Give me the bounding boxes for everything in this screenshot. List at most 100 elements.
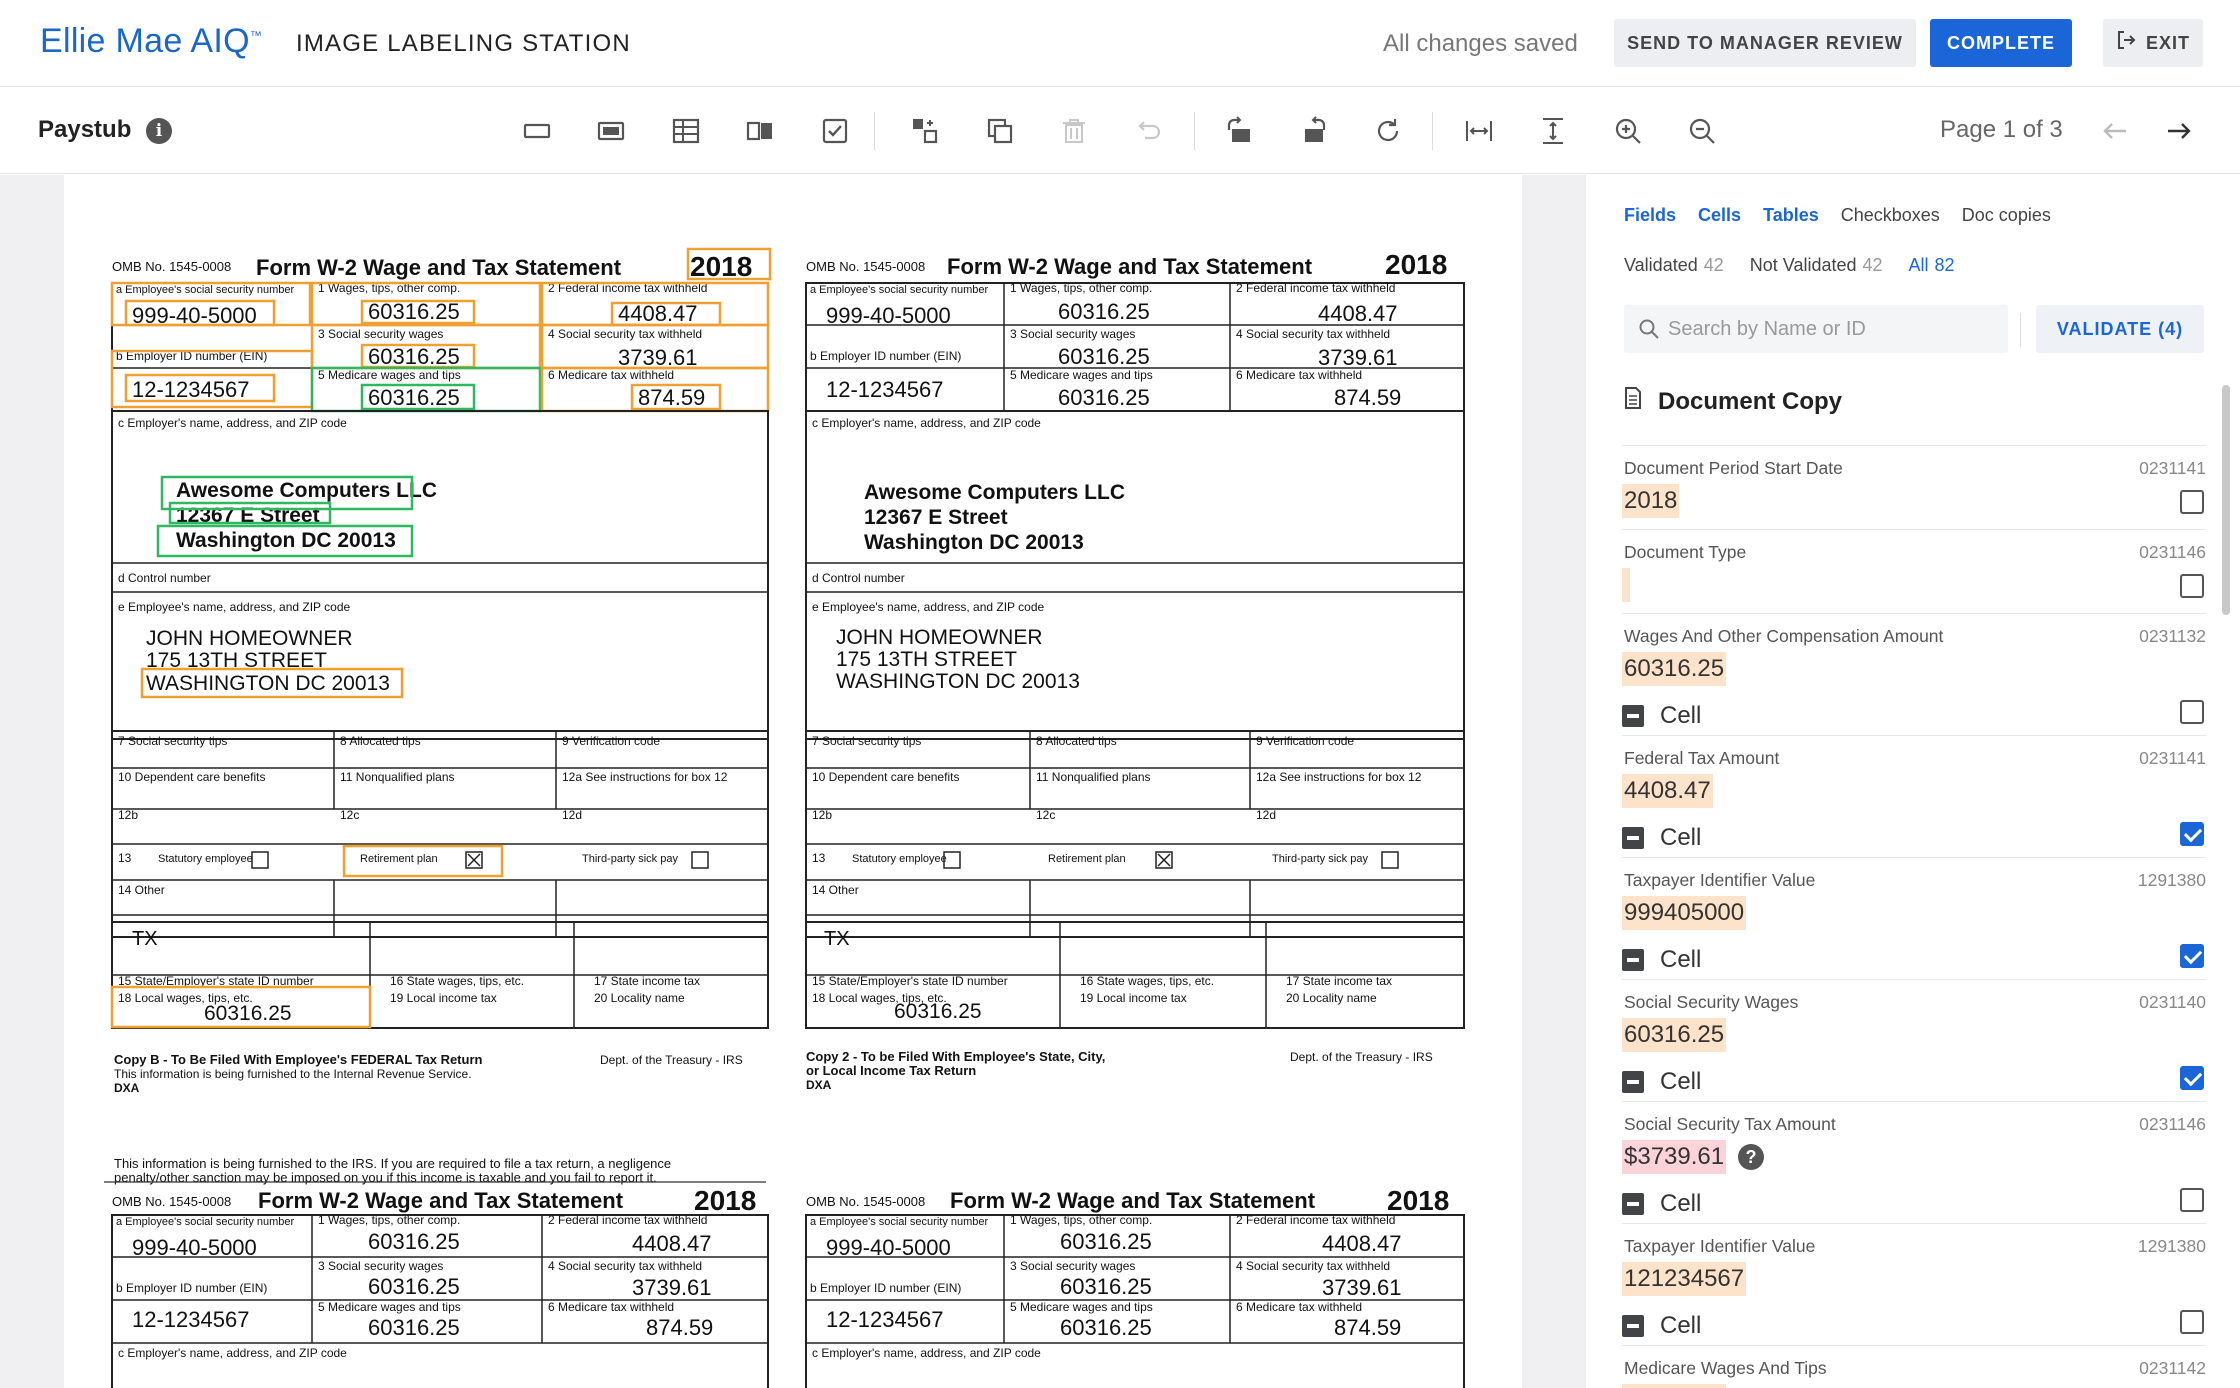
- form-title: Form W-2 Wage and Tax Statement: [256, 255, 622, 280]
- tab-tables[interactable]: Tables: [1763, 205, 1819, 226]
- fit-height-icon[interactable]: [1536, 114, 1570, 148]
- rotate-left-icon[interactable]: [1222, 114, 1256, 148]
- svg-text:OMB No. 1545-0008: OMB No. 1545-0008: [806, 1194, 925, 1209]
- field-value[interactable]: 60316.25: [1622, 652, 1727, 686]
- field-name: Medicare Wages And Tips: [1624, 1358, 1827, 1378]
- search-icon: [1638, 318, 1660, 345]
- field-row[interactable]: Wages And Other Compensation Amount 02311…: [1622, 613, 2206, 731]
- cell-icon: [1622, 705, 1644, 727]
- next-page-icon[interactable]: [2162, 114, 2196, 148]
- tab-cells[interactable]: Cells: [1698, 205, 1741, 226]
- w2-copy-b: OMB No. 1545-0008 Form W-2 Wage and Tax …: [110, 247, 772, 1095]
- field-value[interactable]: 2018: [1622, 484, 1680, 518]
- svg-text:3739.61: 3739.61: [632, 1275, 712, 1300]
- rotate-right-icon[interactable]: [1297, 114, 1331, 148]
- move-icon[interactable]: [908, 114, 942, 148]
- svg-text:Washington DC 20013: Washington DC 20013: [864, 531, 1084, 554]
- cell-icon: [1622, 1315, 1644, 1337]
- validate-checkbox[interactable]: [2180, 822, 2204, 846]
- copy-icon[interactable]: [983, 114, 1017, 148]
- field-row[interactable]: Medicare Wages And Tips 0231142 60316.25: [1622, 1345, 2206, 1388]
- complete-button[interactable]: COMPLETE: [1930, 19, 2072, 67]
- tab-fields[interactable]: Fields: [1624, 205, 1676, 226]
- refresh-icon[interactable]: [1371, 114, 1405, 148]
- svg-text:60316.25: 60316.25: [1058, 344, 1150, 369]
- field-value[interactable]: 999405000: [1622, 896, 1747, 930]
- toolbar-divider: [1194, 112, 1195, 150]
- cell-label: Cell: [1660, 1190, 1702, 1217]
- field-name: Federal Tax Amount: [1624, 748, 1780, 768]
- zoom-in-icon[interactable]: [1611, 114, 1645, 148]
- validate-checkbox[interactable]: [2180, 1066, 2204, 1090]
- validate-checkbox[interactable]: [2180, 944, 2204, 968]
- cell-icon: [1622, 827, 1644, 849]
- fit-width-icon[interactable]: [1462, 114, 1496, 148]
- field-value[interactable]: $3739.61: [1622, 1140, 1727, 1174]
- filter-all[interactable]: All 82: [1909, 255, 1955, 276]
- delete-icon: [1057, 114, 1091, 148]
- zoom-out-icon[interactable]: [1685, 114, 1719, 148]
- help-icon[interactable]: ?: [1738, 1144, 1764, 1170]
- filter-not-validated[interactable]: Not Validated 42: [1750, 255, 1883, 276]
- cell-label: Cell: [1660, 702, 1702, 729]
- svg-text:e Employee's name, address, an: e Employee's name, address, and ZIP code: [812, 600, 1045, 614]
- cell-link[interactable]: Cell: [1622, 946, 1701, 974]
- statutory-label: Statutory employee: [158, 853, 253, 865]
- cell-link[interactable]: Cell: [1622, 702, 1701, 730]
- field-tool-icon[interactable]: [520, 114, 554, 148]
- box5-value: 60316.25: [368, 385, 460, 410]
- svg-text:7 Social security tips: 7 Social security tips: [812, 734, 921, 748]
- field-value[interactable]: 121234567: [1622, 1262, 1747, 1296]
- validate-button[interactable]: VALIDATE (4): [2036, 305, 2204, 353]
- validate-checkbox[interactable]: [2180, 574, 2204, 598]
- search-input[interactable]: [1668, 305, 1998, 353]
- tab-doc-copies[interactable]: Doc copies: [1962, 205, 2051, 226]
- doc-copy-tool-icon[interactable]: [743, 114, 777, 148]
- field-row[interactable]: Document Type 0231146: [1622, 529, 2206, 609]
- tab-checkboxes[interactable]: Checkboxes: [1841, 205, 1940, 226]
- svg-text:12367 E Street: 12367 E Street: [864, 506, 1008, 529]
- field-value[interactable]: 60316.25: [1622, 1384, 1727, 1388]
- filter-validated[interactable]: Validated 42: [1624, 255, 1724, 276]
- svg-text:60316.25: 60316.25: [1060, 1274, 1152, 1299]
- field-value[interactable]: 4408.47: [1622, 774, 1713, 808]
- validate-checkbox[interactable]: [2180, 1188, 2204, 1212]
- svg-text:c Employer's name, address, an: c Employer's name, address, and ZIP code: [812, 416, 1041, 430]
- svg-text:2018: 2018: [694, 1185, 756, 1216]
- box12d-label: 12d: [562, 808, 582, 822]
- send-to-manager-review-button[interactable]: SEND TO MANAGER REVIEW: [1614, 19, 1916, 67]
- cell-link[interactable]: Cell: [1622, 1312, 1701, 1340]
- box16-label: 16 State wages, tips, etc.: [390, 974, 524, 988]
- svg-text:17 State income tax: 17 State income tax: [1286, 974, 1392, 988]
- table-tool-icon[interactable]: [669, 114, 703, 148]
- box12a-label: 12a See instructions for box 12: [562, 770, 728, 784]
- employer-city: Washington DC 20013: [176, 529, 396, 552]
- field-value[interactable]: [1622, 568, 1630, 602]
- field-row[interactable]: Taxpayer Identifier Value 1291380 12123456…: [1622, 1223, 2206, 1341]
- cell-link[interactable]: Cell: [1622, 824, 1701, 852]
- document-viewer[interactable]: OMB No. 1545-0008 Form W-2 Wage and Tax …: [0, 175, 1586, 1388]
- field-row[interactable]: Document Period Start Date 0231141 2018: [1622, 445, 2206, 525]
- checkbox-tool-icon[interactable]: [818, 114, 852, 148]
- svg-text:d Control number: d Control number: [812, 571, 905, 585]
- cell-tool-icon[interactable]: [594, 114, 628, 148]
- cell-link[interactable]: Cell: [1622, 1190, 1701, 1218]
- cell-link[interactable]: Cell: [1622, 1068, 1701, 1096]
- field-value[interactable]: 60316.25: [1622, 1018, 1727, 1052]
- svg-text:12c: 12c: [1036, 808, 1055, 822]
- copy-2-caption: Copy 2 - To be Filed With Employee's Sta…: [806, 1049, 1105, 1064]
- field-row[interactable]: Taxpayer Identifier Value 1291380 99940500…: [1622, 857, 2206, 975]
- field-row[interactable]: Federal Tax Amount 0231141 4408.47 Cell: [1622, 735, 2206, 853]
- section-header: Document Copy: [1624, 387, 1842, 416]
- validate-checkbox[interactable]: [2180, 1310, 2204, 1334]
- field-row[interactable]: Social Security Wages 0231140 60316.25 Cell: [1622, 979, 2206, 1097]
- validate-checkbox[interactable]: [2180, 700, 2204, 724]
- panel-scrollbar[interactable]: [2222, 385, 2230, 615]
- exit-button[interactable]: EXIT: [2103, 19, 2203, 67]
- info-icon[interactable]: i: [146, 118, 172, 144]
- field-row[interactable]: Social Security Tax Amount 0231146 $3739.6…: [1622, 1101, 2206, 1219]
- validate-checkbox[interactable]: [2180, 490, 2204, 514]
- employer-label: c Employer's name, address, and ZIP code: [118, 416, 347, 430]
- svg-text:12-1234567: 12-1234567: [826, 377, 943, 402]
- employee-city: WASHINGTON DC 20013: [146, 672, 390, 695]
